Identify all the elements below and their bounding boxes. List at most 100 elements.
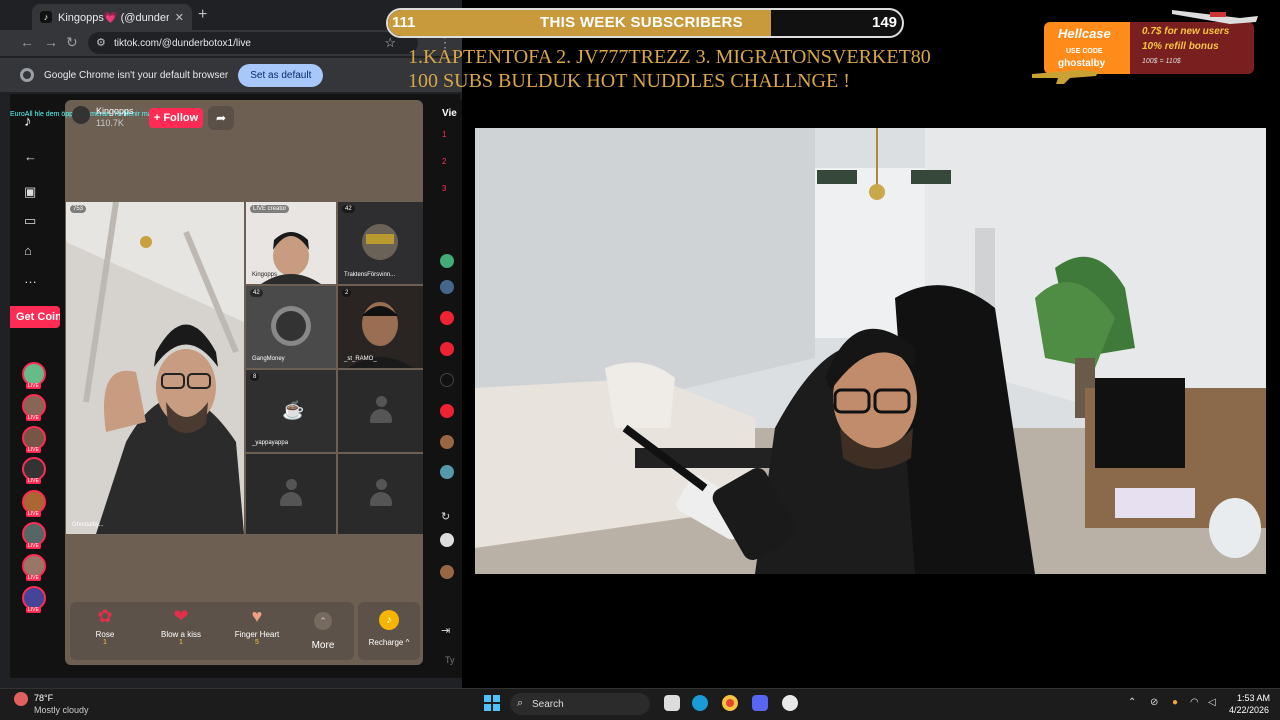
site-info-icon[interactable]: ⚙ <box>96 36 106 49</box>
rank-3: 3 <box>442 184 447 193</box>
infobar-message: Google Chrome isn't your default browser <box>44 69 229 81</box>
webcam-feed <box>475 128 1266 574</box>
viewer-avatar[interactable] <box>440 404 454 418</box>
home-icon[interactable]: ⌂ <box>24 243 38 258</box>
new-tab-button[interactable]: + <box>198 6 207 24</box>
close-tab-icon[interactable]: ✕ <box>175 11 184 24</box>
desktop: ♪ Kingopps💗 (@dunderbot ✕ + ← → ↻ ⚙ tikt… <box>0 0 1280 720</box>
search-icon: ⌕ <box>517 697 524 709</box>
share-icon[interactable]: ➦ <box>208 106 234 130</box>
host-avatar[interactable] <box>72 106 90 124</box>
viewer-avatar[interactable] <box>440 533 454 547</box>
address-bar[interactable]: ⚙ tiktok.com/@dunderbotox1/live ☆ <box>88 32 418 54</box>
empty-seat[interactable] <box>338 370 423 452</box>
viewer-avatar[interactable] <box>440 565 454 579</box>
viewer-count: 753 <box>70 205 87 213</box>
comment-input[interactable]: Ty <box>445 655 455 665</box>
microphone-icon[interactable]: ● <box>1172 697 1178 708</box>
viewer-avatar[interactable] <box>440 342 454 356</box>
rank-2: 2 <box>442 157 447 166</box>
offer-line-3: 100$ = 110$ <box>1142 58 1181 65</box>
viewer-count: 8 <box>250 373 260 381</box>
live-avatar[interactable]: LIVE <box>22 586 46 613</box>
more-label: More <box>311 640 335 651</box>
viewer-avatar[interactable] <box>440 373 454 387</box>
live-avatar[interactable]: LIVE <box>22 490 46 517</box>
weather-desc[interactable]: Mostly cloudy <box>34 705 89 715</box>
live-avatar[interactable]: LIVE <box>22 362 46 389</box>
forward-icon[interactable]: → <box>44 34 58 50</box>
recharge-label: Recharge ^ <box>368 638 410 647</box>
hellcase-logo: Hellcase <box>1058 26 1111 41</box>
host-tile[interactable]: 753 Ghostalby... <box>66 202 244 534</box>
guest-tile[interactable]: 2 _st_RAMO_ <box>338 286 423 368</box>
live-avatar[interactable]: LIVE <box>22 426 46 453</box>
more-dots-icon[interactable]: … <box>24 271 38 286</box>
viewer-avatar[interactable] <box>440 311 454 325</box>
edge-icon[interactable] <box>692 695 708 711</box>
empty-seat[interactable] <box>338 454 423 534</box>
gift-finger-heart[interactable]: ♥ Finger Heart 5 <box>222 606 292 658</box>
follow-button[interactable]: + Follow <box>149 108 203 128</box>
guest-tile[interactable]: 42 GangMoney <box>246 286 336 368</box>
chrome-icon[interactable] <box>722 695 738 711</box>
live-avatar[interactable]: LIVE <box>22 522 46 549</box>
empty-seat[interactable] <box>246 454 336 534</box>
reload-icon[interactable]: ↻ <box>66 34 78 51</box>
person-placeholder-icon <box>369 396 392 426</box>
gift-blow-a-kiss[interactable]: ❤ Blow a kiss 1 <box>146 606 216 658</box>
back-icon[interactable]: ← <box>20 34 34 50</box>
start-button[interactable] <box>484 695 500 711</box>
live-avatar[interactable]: LIVE <box>22 554 46 581</box>
clock-date[interactable]: 4/22/2026 <box>1229 705 1269 715</box>
sub-goal-title: THIS WEEK SUBSCRIBERS <box>540 14 743 31</box>
live-avatar[interactable]: LIVE <box>22 394 46 421</box>
viewer-avatar[interactable] <box>440 254 454 268</box>
finger-heart-icon: ♥ <box>251 606 263 626</box>
guest-tile[interactable]: 42 TraktensFörsvinn... <box>338 202 423 284</box>
host-likes: 110.7K <box>96 118 124 128</box>
gift-price: 1 <box>103 639 107 646</box>
viewer-avatar[interactable] <box>440 280 454 294</box>
kiss-icon: ❤ <box>173 606 189 626</box>
host-video <box>66 202 244 534</box>
share-stream-icon[interactable]: ↻ <box>441 510 450 523</box>
coin-icon: ♪ <box>379 610 399 630</box>
viewer-avatar[interactable] <box>440 465 454 479</box>
set-default-button[interactable]: Set as default <box>238 63 324 87</box>
bookmark-star-icon[interactable]: ☆ <box>384 35 396 51</box>
wifi-icon[interactable]: ◠ <box>1190 697 1199 708</box>
live-avatar[interactable]: LIVE <box>22 457 46 484</box>
task-view-icon[interactable] <box>664 695 680 711</box>
viewer-avatar[interactable] <box>440 435 454 449</box>
tray-chevron-icon[interactable]: ⌃ <box>1128 697 1136 708</box>
challenge-text: 100 SUBS BULDUK HOT NUDDLES CHALLNGE ! <box>408 70 850 92</box>
gift-price: 5 <box>255 639 259 646</box>
more-gifts-button[interactable]: ⌃ More <box>308 608 338 656</box>
taskbar-search[interactable]: ⌕ Search <box>510 693 650 715</box>
app-icon[interactable] <box>782 695 798 711</box>
viewer-count: 42 <box>342 205 355 213</box>
get-coins-button[interactable]: Get Coins <box>10 306 60 328</box>
recharge-button[interactable]: ♪ Recharge ^ <box>358 602 420 660</box>
network-icon[interactable]: ⊘ <box>1150 697 1158 708</box>
guest-tile[interactable]: LIVE creator Kingopps <box>246 202 336 284</box>
live-tv-icon[interactable]: ▣ <box>24 184 38 199</box>
tab-title: Kingopps💗 (@dunderbot <box>58 11 169 24</box>
default-browser-infobar: Google Chrome isn't your default browser… <box>0 58 462 92</box>
browser-tab[interactable]: ♪ Kingopps💗 (@dunderbot ✕ <box>32 4 192 30</box>
host-name: Kingopps <box>96 106 134 116</box>
camera-icon[interactable]: ▭ <box>24 213 38 228</box>
search-label: Search <box>532 698 564 710</box>
weather-icon[interactable] <box>14 692 28 706</box>
exit-icon[interactable]: ⇥ <box>441 624 450 637</box>
clock-time[interactable]: 1:53 AM <box>1237 693 1270 703</box>
discord-icon[interactable] <box>752 695 768 711</box>
weather-temp[interactable]: 78°F <box>34 693 53 703</box>
guest-name: TraktensFörsvinn... <box>344 272 396 278</box>
volume-icon[interactable]: ◁ <box>1208 697 1216 708</box>
back-arrow-icon[interactable]: ← <box>24 149 38 164</box>
rank-1: 1 <box>442 130 447 139</box>
guest-tile[interactable]: ☕ 8 _yappayappa <box>246 370 336 452</box>
gift-rose[interactable]: ✿ Rose 1 <box>70 606 140 658</box>
